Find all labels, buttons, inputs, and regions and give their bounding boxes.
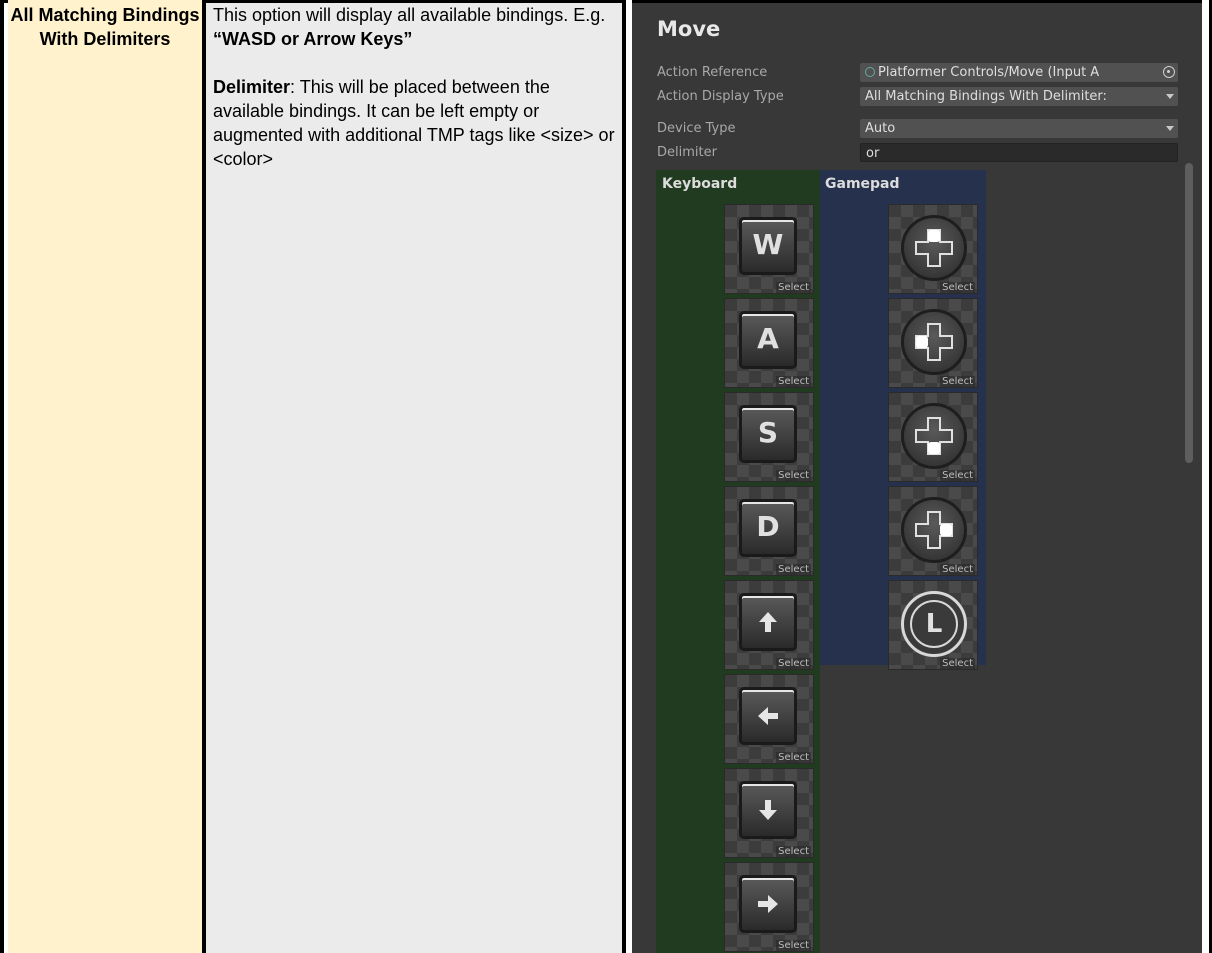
key-a-icon: A: [739, 311, 797, 369]
binding-tile-dpad-down[interactable]: Select: [888, 392, 978, 482]
key-w-icon: W: [739, 217, 797, 275]
binding-tile-a[interactable]: A Select: [724, 298, 814, 388]
select-button[interactable]: Select: [776, 376, 811, 387]
select-button[interactable]: Select: [776, 752, 811, 763]
device-type-value: Auto: [865, 121, 896, 136]
binding-tile-d[interactable]: D Select: [724, 486, 814, 576]
documentation-table: All Matching Bindings With Delimiters Th…: [0, 0, 1212, 953]
right-arrow-icon: [739, 875, 797, 933]
select-button[interactable]: Select: [940, 282, 975, 293]
key-s-icon: S: [739, 405, 797, 463]
description-cell: This option will display all available b…: [206, 3, 622, 953]
example-text: “WASD or Arrow Keys”: [213, 29, 413, 49]
select-button[interactable]: Select: [776, 658, 811, 669]
binding-tile-down[interactable]: Select: [724, 768, 814, 858]
binding-tile-up[interactable]: Select: [724, 580, 814, 670]
binding-tile-w[interactable]: W Select: [724, 204, 814, 294]
up-arrow-icon: [739, 593, 797, 651]
dpad-down-icon: [901, 403, 967, 469]
description-delimiter: Delimiter: This will be placed between t…: [206, 75, 622, 171]
binding-tile-dpad-up[interactable]: Select: [888, 204, 978, 294]
binding-tile-left[interactable]: Select: [724, 674, 814, 764]
select-button[interactable]: Select: [776, 282, 811, 293]
binding-tile-dpad-left[interactable]: Select: [888, 298, 978, 388]
select-button[interactable]: Select: [940, 564, 975, 575]
delimiter-input[interactable]: or: [860, 143, 1178, 162]
unity-inspector-panel: Move Action Reference Platformer Control…: [632, 3, 1202, 953]
table-right-border: [1202, 0, 1212, 953]
select-button[interactable]: Select: [776, 846, 811, 857]
action-display-type-dropdown[interactable]: All Matching Bindings With Delimiter:: [860, 87, 1178, 106]
action-reference-field[interactable]: Platformer Controls/Move (Input A: [860, 63, 1178, 82]
description-intro: This option will display all available b…: [206, 3, 622, 51]
property-action-reference-label: Action Reference: [657, 65, 768, 80]
dpad-up-icon: [901, 215, 967, 281]
table-column-divider: [622, 0, 632, 953]
term-cell: All Matching Bindings With Delimiters: [8, 0, 206, 953]
select-button[interactable]: Select: [940, 376, 975, 387]
dpad-left-icon: [901, 309, 967, 375]
gamepad-bindings-panel: Gamepad Select Select Select Select L Se…: [820, 170, 986, 670]
select-button[interactable]: Select: [776, 564, 811, 575]
keyboard-label: Keyboard: [662, 176, 738, 192]
action-display-type-value: All Matching Bindings With Delimiter:: [865, 89, 1107, 104]
key-d-icon: D: [739, 499, 797, 557]
select-button[interactable]: Select: [940, 658, 975, 669]
gamepad-label: Gamepad: [825, 176, 900, 192]
binding-tile-s[interactable]: S Select: [724, 392, 814, 482]
table-left-border: [0, 0, 4, 953]
property-device-type-label: Device Type: [657, 121, 736, 136]
dpad-right-icon: [901, 497, 967, 563]
inspector-title: Move: [657, 17, 721, 41]
dropdown-arrow-icon: [1166, 126, 1174, 131]
binding-tile-dpad-right[interactable]: Select: [888, 486, 978, 576]
property-action-display-type-label: Action Display Type: [657, 89, 784, 104]
select-button[interactable]: Select: [776, 940, 811, 951]
delimiter-value: or: [866, 146, 880, 161]
property-delimiter-label: Delimiter: [657, 145, 717, 160]
delimiter-term: Delimiter: [213, 77, 291, 97]
dropdown-arrow-icon: [1166, 94, 1174, 99]
intro-text: This option will display all available b…: [213, 5, 606, 25]
binding-tile-right[interactable]: Select: [724, 862, 814, 952]
left-arrow-icon: [739, 687, 797, 745]
inspector-scrollbar[interactable]: [1185, 163, 1193, 463]
left-stick-icon: L: [901, 591, 967, 657]
device-type-dropdown[interactable]: Auto: [860, 119, 1178, 138]
term-text: All Matching Bindings With Delimiters: [10, 5, 200, 49]
action-reference-value: Platformer Controls/Move (Input A: [878, 65, 1100, 80]
input-action-icon: [865, 67, 875, 77]
binding-tile-left-stick[interactable]: L Select: [888, 580, 978, 670]
down-arrow-icon: [739, 781, 797, 839]
select-button[interactable]: Select: [776, 470, 811, 481]
select-button[interactable]: Select: [940, 470, 975, 481]
target-picker-icon[interactable]: [1163, 66, 1175, 78]
keyboard-bindings-panel: Keyboard W Select A Select S Select D Se…: [656, 170, 820, 953]
